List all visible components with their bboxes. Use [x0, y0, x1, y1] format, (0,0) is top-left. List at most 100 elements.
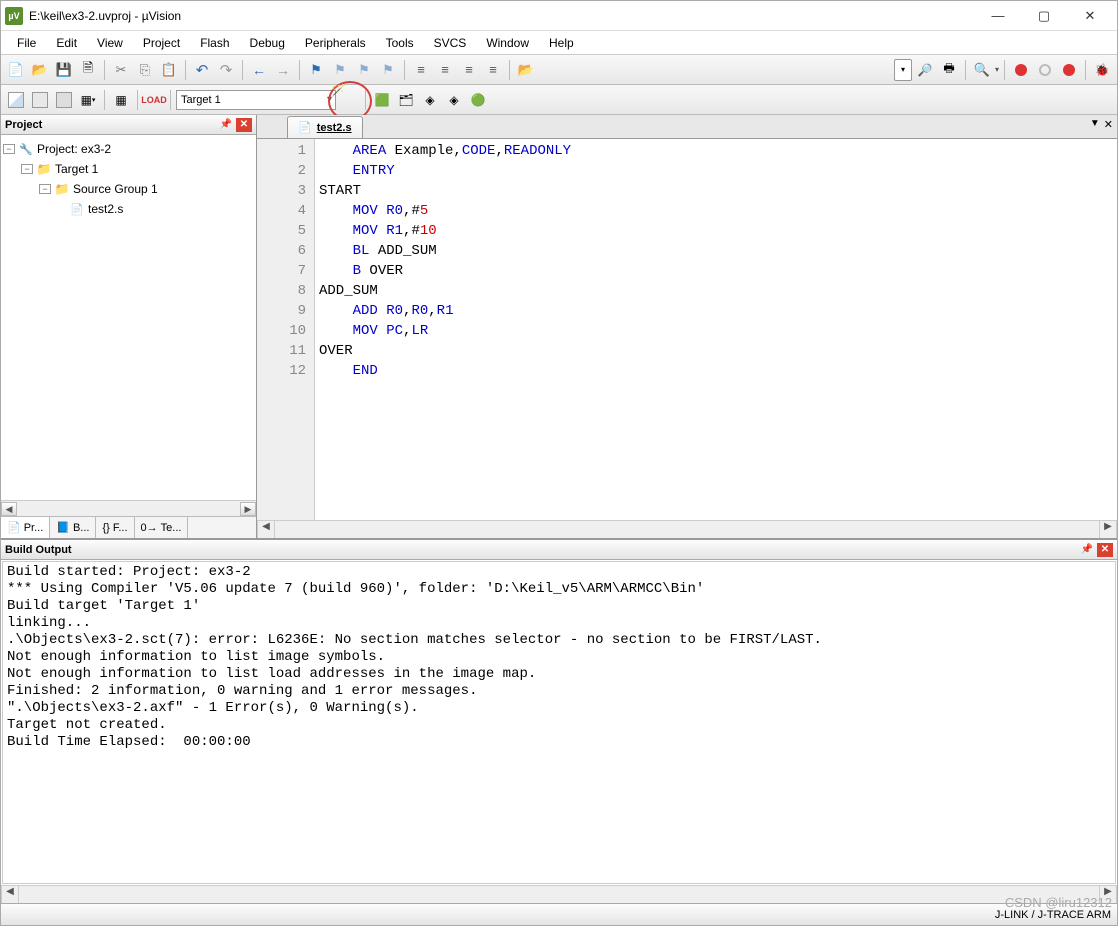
editor-tab[interactable]: test2.s — [287, 116, 363, 138]
unindent-button[interactable] — [434, 59, 456, 81]
editor-close-icon[interactable]: ✕ — [1104, 118, 1113, 131]
cut-button[interactable] — [110, 59, 132, 81]
pin-icon[interactable]: 📌 — [218, 118, 234, 132]
menu-svcs[interactable]: SVCS — [424, 33, 477, 53]
copy-button[interactable] — [134, 59, 156, 81]
insert-breakpoint-button[interactable] — [1010, 59, 1032, 81]
code-editor[interactable]: 123456789101112 AREA Example,CODE,READON… — [257, 139, 1117, 520]
uncomment-button[interactable] — [482, 59, 504, 81]
project-panel-tabs: 📄Pr... 📘B... {}F... 0→Te... — [1, 516, 256, 538]
debug-printf-button[interactable]: 🖶 — [938, 59, 960, 81]
manage-rte-button[interactable]: ◈ — [419, 89, 441, 111]
undo-button[interactable] — [191, 59, 213, 81]
editor-h-scrollbar[interactable]: ◀ ▶ — [257, 520, 1117, 538]
disable-breakpoint-button[interactable] — [1058, 59, 1080, 81]
bookmark-toggle-button[interactable] — [305, 59, 327, 81]
project-panel: Project 📌 ✕ − 🔧 Project: ex3-2 − Target … — [1, 115, 257, 538]
translate-button[interactable] — [5, 89, 27, 111]
project-icon: 🔧 — [18, 142, 34, 156]
editor-area: test2.s ▼ ✕ 123456789101112 AREA Example… — [257, 115, 1117, 538]
menu-bar: FileEditViewProjectFlashDebugPeripherals… — [1, 31, 1117, 55]
paste-button[interactable] — [158, 59, 180, 81]
tree-project-node[interactable]: − 🔧 Project: ex3-2 — [3, 139, 254, 159]
redo-button[interactable] — [215, 59, 237, 81]
tab-project[interactable]: 📄Pr... — [1, 517, 50, 538]
find-in-files-button[interactable] — [515, 59, 537, 81]
scroll-right-icon[interactable]: ▶ — [240, 502, 256, 516]
code-content[interactable]: AREA Example,CODE,READONLY ENTRYSTART MO… — [315, 139, 1117, 520]
panel-close-button[interactable]: ✕ — [1097, 543, 1113, 557]
tree-file-node[interactable]: test2.s — [3, 199, 254, 219]
bookmark-clear-button[interactable] — [377, 59, 399, 81]
nav-back-button[interactable] — [248, 59, 270, 81]
new-file-button[interactable] — [5, 59, 27, 81]
stop-build-button[interactable]: ▦ — [110, 89, 132, 111]
menu-debug[interactable]: Debug — [240, 33, 295, 53]
scroll-left-icon[interactable]: ◀ — [1, 886, 19, 903]
build-toolbar: ▦▾ ▦ LOAD Target 1 🟩 🗂 ◈ ◈ 🟢 — [1, 85, 1117, 115]
download-button[interactable]: LOAD — [143, 89, 165, 111]
project-panel-title: Project — [5, 119, 42, 131]
bookmark-next-button[interactable] — [353, 59, 375, 81]
books-button[interactable]: 🟢 — [467, 89, 489, 111]
pin-icon[interactable]: 📌 — [1079, 543, 1095, 557]
menu-project[interactable]: Project — [133, 33, 190, 53]
app-icon: µV — [5, 7, 23, 25]
minimize-button[interactable]: — — [975, 2, 1021, 30]
target-options-button[interactable] — [338, 89, 360, 111]
tree-target-node[interactable]: − Target 1 — [3, 159, 254, 179]
tree-collapse-icon[interactable]: − — [21, 164, 33, 174]
target-select[interactable]: Target 1 — [176, 90, 336, 110]
scroll-left-icon[interactable]: ◀ — [1, 502, 17, 516]
menu-file[interactable]: File — [7, 33, 46, 53]
save-button[interactable] — [53, 59, 75, 81]
build-output-panel: Build Output 📌 ✕ Build started: Project:… — [1, 539, 1117, 903]
menu-window[interactable]: Window — [476, 33, 539, 53]
menu-help[interactable]: Help — [539, 33, 584, 53]
folder-icon — [54, 182, 70, 196]
tab-templates[interactable]: 0→Te... — [135, 517, 189, 538]
tab-functions[interactable]: {}F... — [96, 517, 134, 538]
build-output-text[interactable]: Build started: Project: ex3-2 *** Using … — [2, 561, 1116, 884]
tree-group-node[interactable]: − Source Group 1 — [3, 179, 254, 199]
menu-view[interactable]: View — [87, 33, 133, 53]
indent-button[interactable] — [410, 59, 432, 81]
nav-forward-button[interactable] — [272, 59, 294, 81]
comment-button[interactable] — [458, 59, 480, 81]
menu-peripherals[interactable]: Peripherals — [295, 33, 376, 53]
project-h-scrollbar[interactable]: ◀ ▶ — [1, 500, 256, 516]
scroll-right-icon[interactable]: ▶ — [1099, 521, 1117, 538]
close-button[interactable]: ✕ — [1067, 2, 1113, 30]
tree-collapse-icon[interactable]: − — [3, 144, 15, 154]
panel-close-button[interactable]: ✕ — [236, 118, 252, 132]
enable-breakpoint-button[interactable] — [1034, 59, 1056, 81]
scroll-right-icon[interactable]: ▶ — [1099, 886, 1117, 903]
save-all-button[interactable] — [77, 59, 99, 81]
pack-installer-button[interactable]: ◈ — [443, 89, 465, 111]
maximize-button[interactable]: ▢ — [1021, 2, 1067, 30]
editor-dropdown-icon[interactable]: ▼ — [1090, 118, 1100, 131]
incremental-find-button[interactable]: 🔎 — [914, 59, 936, 81]
rebuild-button[interactable] — [53, 89, 75, 111]
tree-collapse-icon[interactable]: − — [39, 184, 51, 194]
menu-flash[interactable]: Flash — [190, 33, 239, 53]
select-software-packs-button[interactable]: 🗂 — [395, 89, 417, 111]
build-output-title: Build Output — [5, 544, 72, 556]
kill-breakpoints-button[interactable]: 🐞 — [1091, 59, 1113, 81]
find-dropdown[interactable]: ▾ — [894, 59, 912, 81]
build-h-scrollbar[interactable]: ◀ ▶ — [1, 885, 1117, 903]
target-icon — [36, 162, 52, 176]
menu-edit[interactable]: Edit — [46, 33, 87, 53]
tab-books[interactable]: 📘B... — [50, 517, 96, 538]
open-file-button[interactable] — [29, 59, 51, 81]
file-icon — [69, 202, 85, 216]
scroll-left-icon[interactable]: ◀ — [257, 521, 275, 538]
file-icon — [298, 121, 312, 134]
batch-build-button[interactable]: ▦▾ — [77, 89, 99, 111]
build-button[interactable] — [29, 89, 51, 111]
manage-project-items-button[interactable]: 🟩 — [371, 89, 393, 111]
debug-session-button[interactable] — [971, 59, 993, 81]
bookmark-prev-button[interactable] — [329, 59, 351, 81]
menu-tools[interactable]: Tools — [376, 33, 424, 53]
project-tree[interactable]: − 🔧 Project: ex3-2 − Target 1 − Source G… — [1, 135, 256, 500]
